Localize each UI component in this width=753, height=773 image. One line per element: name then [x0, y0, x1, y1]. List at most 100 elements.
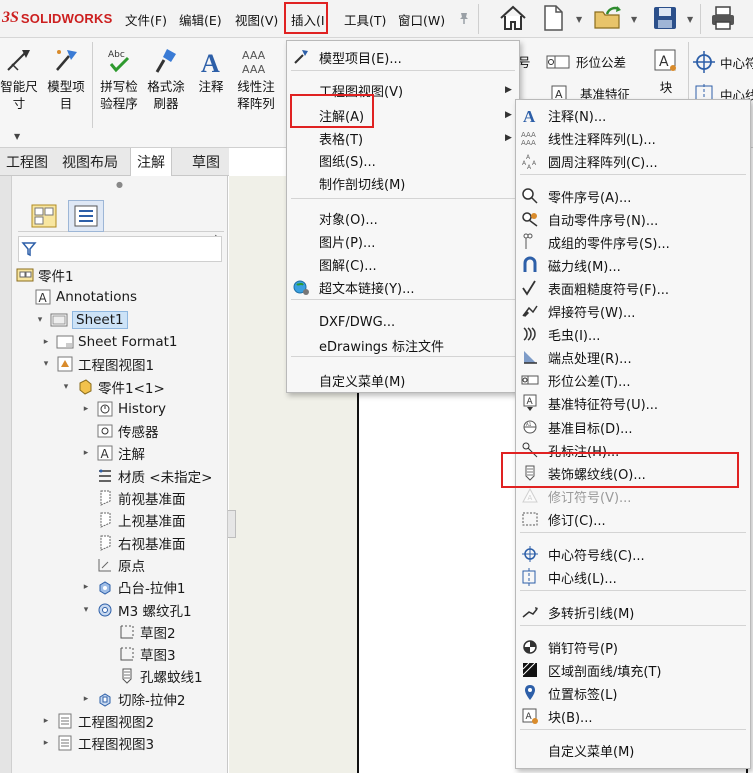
chevron-down-icon[interactable]: ▾: [60, 382, 72, 392]
menu-file[interactable]: 文件(F): [125, 10, 167, 29]
tree-item[interactable]: 孔螺蚊线1: [102, 665, 203, 687]
annotation-menu-item[interactable]: AAA AAA 线性注释阵列(L)...: [520, 127, 746, 149]
annotation-menu-item[interactable]: 中心符号线(C)...: [520, 543, 746, 565]
smart-dimension-button[interactable]: 智能尺 寸: [0, 46, 38, 112]
chevron-right-icon[interactable]: ▸: [80, 404, 92, 414]
annotation-menu-item[interactable]: 焊接符号(W)...: [520, 300, 746, 322]
menu-tools[interactable]: 工具(T): [344, 10, 386, 29]
tree-item[interactable]: 上视基准面: [80, 509, 186, 531]
insert-menu-item[interactable]: 图片(P)...: [291, 230, 515, 252]
insert-menu-item[interactable]: eDrawings 标注文件: [291, 334, 515, 356]
chevron-right-icon[interactable]: ▸: [80, 582, 92, 592]
tree-item[interactable]: 右视基准面: [80, 532, 186, 554]
menu-window[interactable]: 窗口(W): [398, 10, 445, 29]
solidworks-logo[interactable]: 3S SOLIDWORKS: [2, 8, 112, 28]
tree-item[interactable]: ▾ 工程图视图1: [40, 353, 154, 375]
annotation-menu-item[interactable]: A 基准特征符号(U)...: [520, 392, 746, 414]
annotation-menu-item[interactable]: 自动零件序号(N)...: [520, 208, 746, 230]
annotation-menu-item[interactable]: 自定义菜单(M): [520, 739, 746, 761]
tree-item[interactable]: 传感器: [80, 420, 159, 442]
menu-view[interactable]: 视图(V): [235, 10, 278, 29]
tree-item[interactable]: 前视基准面: [80, 487, 186, 509]
annotation-menu-item[interactable]: 形位公差(T)...: [520, 369, 746, 391]
gtol-ribbon-button[interactable]: 形位公差: [546, 52, 626, 71]
annotation-menu-item[interactable]: 多转折引线(M): [520, 601, 746, 623]
linear-note-pattern-button[interactable]: AAA AAA 线性注 释阵列: [232, 46, 280, 112]
annotation-menu-item[interactable]: 位置标签(L): [520, 682, 746, 704]
tree-item[interactable]: ▾ Sheet1: [34, 309, 128, 331]
tree-item[interactable]: ▸ Sheet Format1: [40, 331, 178, 353]
insert-menu-item[interactable]: 图解(C)...: [291, 253, 515, 275]
new-dropdown-arrow[interactable]: ▼: [576, 15, 582, 24]
annotation-menu-item[interactable]: 成组的零件序号(S)...: [520, 231, 746, 253]
save-icon[interactable]: [648, 2, 682, 34]
save-dropdown-arrow[interactable]: ▼: [687, 15, 693, 24]
chevron-right-icon[interactable]: ▸: [40, 738, 52, 748]
chevron-right-icon[interactable]: ▸: [80, 448, 92, 458]
pin-icon[interactable]: [455, 2, 473, 34]
new-document-icon[interactable]: [540, 2, 566, 34]
annotation-menu-item[interactable]: 区域剖面线/填充(T): [520, 659, 746, 681]
panel-splitter-handle[interactable]: [228, 510, 236, 538]
tab-sketch[interactable]: 草图: [186, 148, 226, 176]
tree-item[interactable]: ▸ 工程图视图2: [40, 710, 154, 732]
annotation-menu-item[interactable]: A 块(B)...: [520, 705, 746, 727]
tree-filter-input[interactable]: [18, 236, 222, 262]
tree-item[interactable]: 草图2: [102, 621, 176, 643]
annotation-menu-item[interactable]: A A A A 圆周注释阵列(C)...: [520, 150, 746, 172]
tree-item[interactable]: A Annotations: [34, 286, 137, 308]
insert-menu-item[interactable]: 对象(O)...: [291, 207, 515, 229]
insert-menu-item[interactable]: 自定义菜单(M): [291, 369, 515, 391]
insert-menu-item[interactable]: 表格(T) ▶: [291, 127, 515, 149]
smart-dimension-dropdown[interactable]: ▼: [14, 132, 20, 141]
tree-item[interactable]: ▸ 工程图视图3: [40, 732, 154, 754]
tree-item[interactable]: 材质 <未指定>: [80, 465, 212, 487]
insert-menu-item[interactable]: 图纸(S)...: [291, 149, 515, 171]
model-items-button[interactable]: 模型项 目: [42, 46, 90, 112]
tab-view-layout[interactable]: 视图布局: [56, 148, 124, 176]
insert-menu-item[interactable]: 制作剖切线(M): [291, 172, 515, 194]
chevron-down-icon[interactable]: ▾: [34, 315, 46, 325]
property-manager-tab[interactable]: [68, 200, 104, 232]
tree-item[interactable]: ▸ 切除-拉伸2: [80, 688, 186, 710]
annotation-menu-item[interactable]: 表面粗糙度符号(F)...: [520, 277, 746, 299]
chevron-down-icon[interactable]: ▾: [40, 359, 52, 369]
tab-annotation[interactable]: 注解: [130, 148, 172, 177]
annotation-menu-item[interactable]: 端点处理(R)...: [520, 346, 746, 368]
panel-grip[interactable]: ●: [116, 180, 123, 189]
center-mark-ribbon-button[interactable]: 中心符: [692, 50, 753, 74]
menu-edit[interactable]: 编辑(E): [179, 10, 222, 29]
block-ribbon-button[interactable]: A 块: [648, 48, 684, 96]
open-folder-icon[interactable]: [592, 2, 626, 34]
spell-check-button[interactable]: Abc 拼写检 验程序: [95, 46, 143, 112]
open-dropdown-arrow[interactable]: ▼: [631, 15, 637, 24]
format-painter-button[interactable]: 格式涂 刷器: [142, 46, 190, 112]
annotation-menu-item[interactable]: 零件序号(A)...: [520, 185, 746, 207]
insert-menu-item[interactable]: 模型项目(E)...: [291, 46, 515, 68]
feature-tree-tab[interactable]: [26, 200, 62, 232]
chevron-right-icon[interactable]: ▸: [40, 337, 52, 347]
chevron-right-icon[interactable]: ▸: [40, 716, 52, 726]
annotation-menu-item[interactable]: A1 基准目标(D)...: [520, 416, 746, 438]
annotation-menu-item[interactable]: 磁力线(M)...: [520, 254, 746, 276]
tree-item[interactable]: ▸ A 注解: [80, 442, 145, 464]
note-button[interactable]: A 注释: [192, 46, 230, 95]
insert-menu-item[interactable]: 超文本链接(Y)...: [291, 276, 515, 298]
tree-item[interactable]: 草图3: [102, 643, 176, 665]
home-icon[interactable]: [496, 2, 530, 34]
tree-item[interactable]: 原点: [80, 554, 145, 576]
print-icon[interactable]: [706, 2, 740, 34]
insert-menu-item[interactable]: DXF/DWG...: [291, 311, 515, 333]
annotation-menu-item[interactable]: 修订(C)...: [520, 508, 746, 530]
annotation-menu-item[interactable]: 毛虫(I)...: [520, 323, 746, 345]
tree-item[interactable]: ▸ 凸台-拉伸1: [80, 576, 186, 598]
tree-item[interactable]: 零件1: [16, 264, 74, 286]
annotation-menu-item[interactable]: 销钉符号(P): [520, 636, 746, 658]
annotation-menu-item[interactable]: 中心线(L)...: [520, 566, 746, 588]
tree-item[interactable]: ▾ M3 螺纹孔1: [80, 599, 192, 621]
tree-item[interactable]: ▾ 零件1<1>: [60, 376, 165, 398]
tree-item[interactable]: ▸ History: [80, 398, 166, 420]
chevron-right-icon[interactable]: ▸: [80, 694, 92, 704]
chevron-down-icon[interactable]: ▾: [80, 605, 92, 615]
annotation-menu-item[interactable]: A 注释(N)...: [520, 104, 746, 126]
